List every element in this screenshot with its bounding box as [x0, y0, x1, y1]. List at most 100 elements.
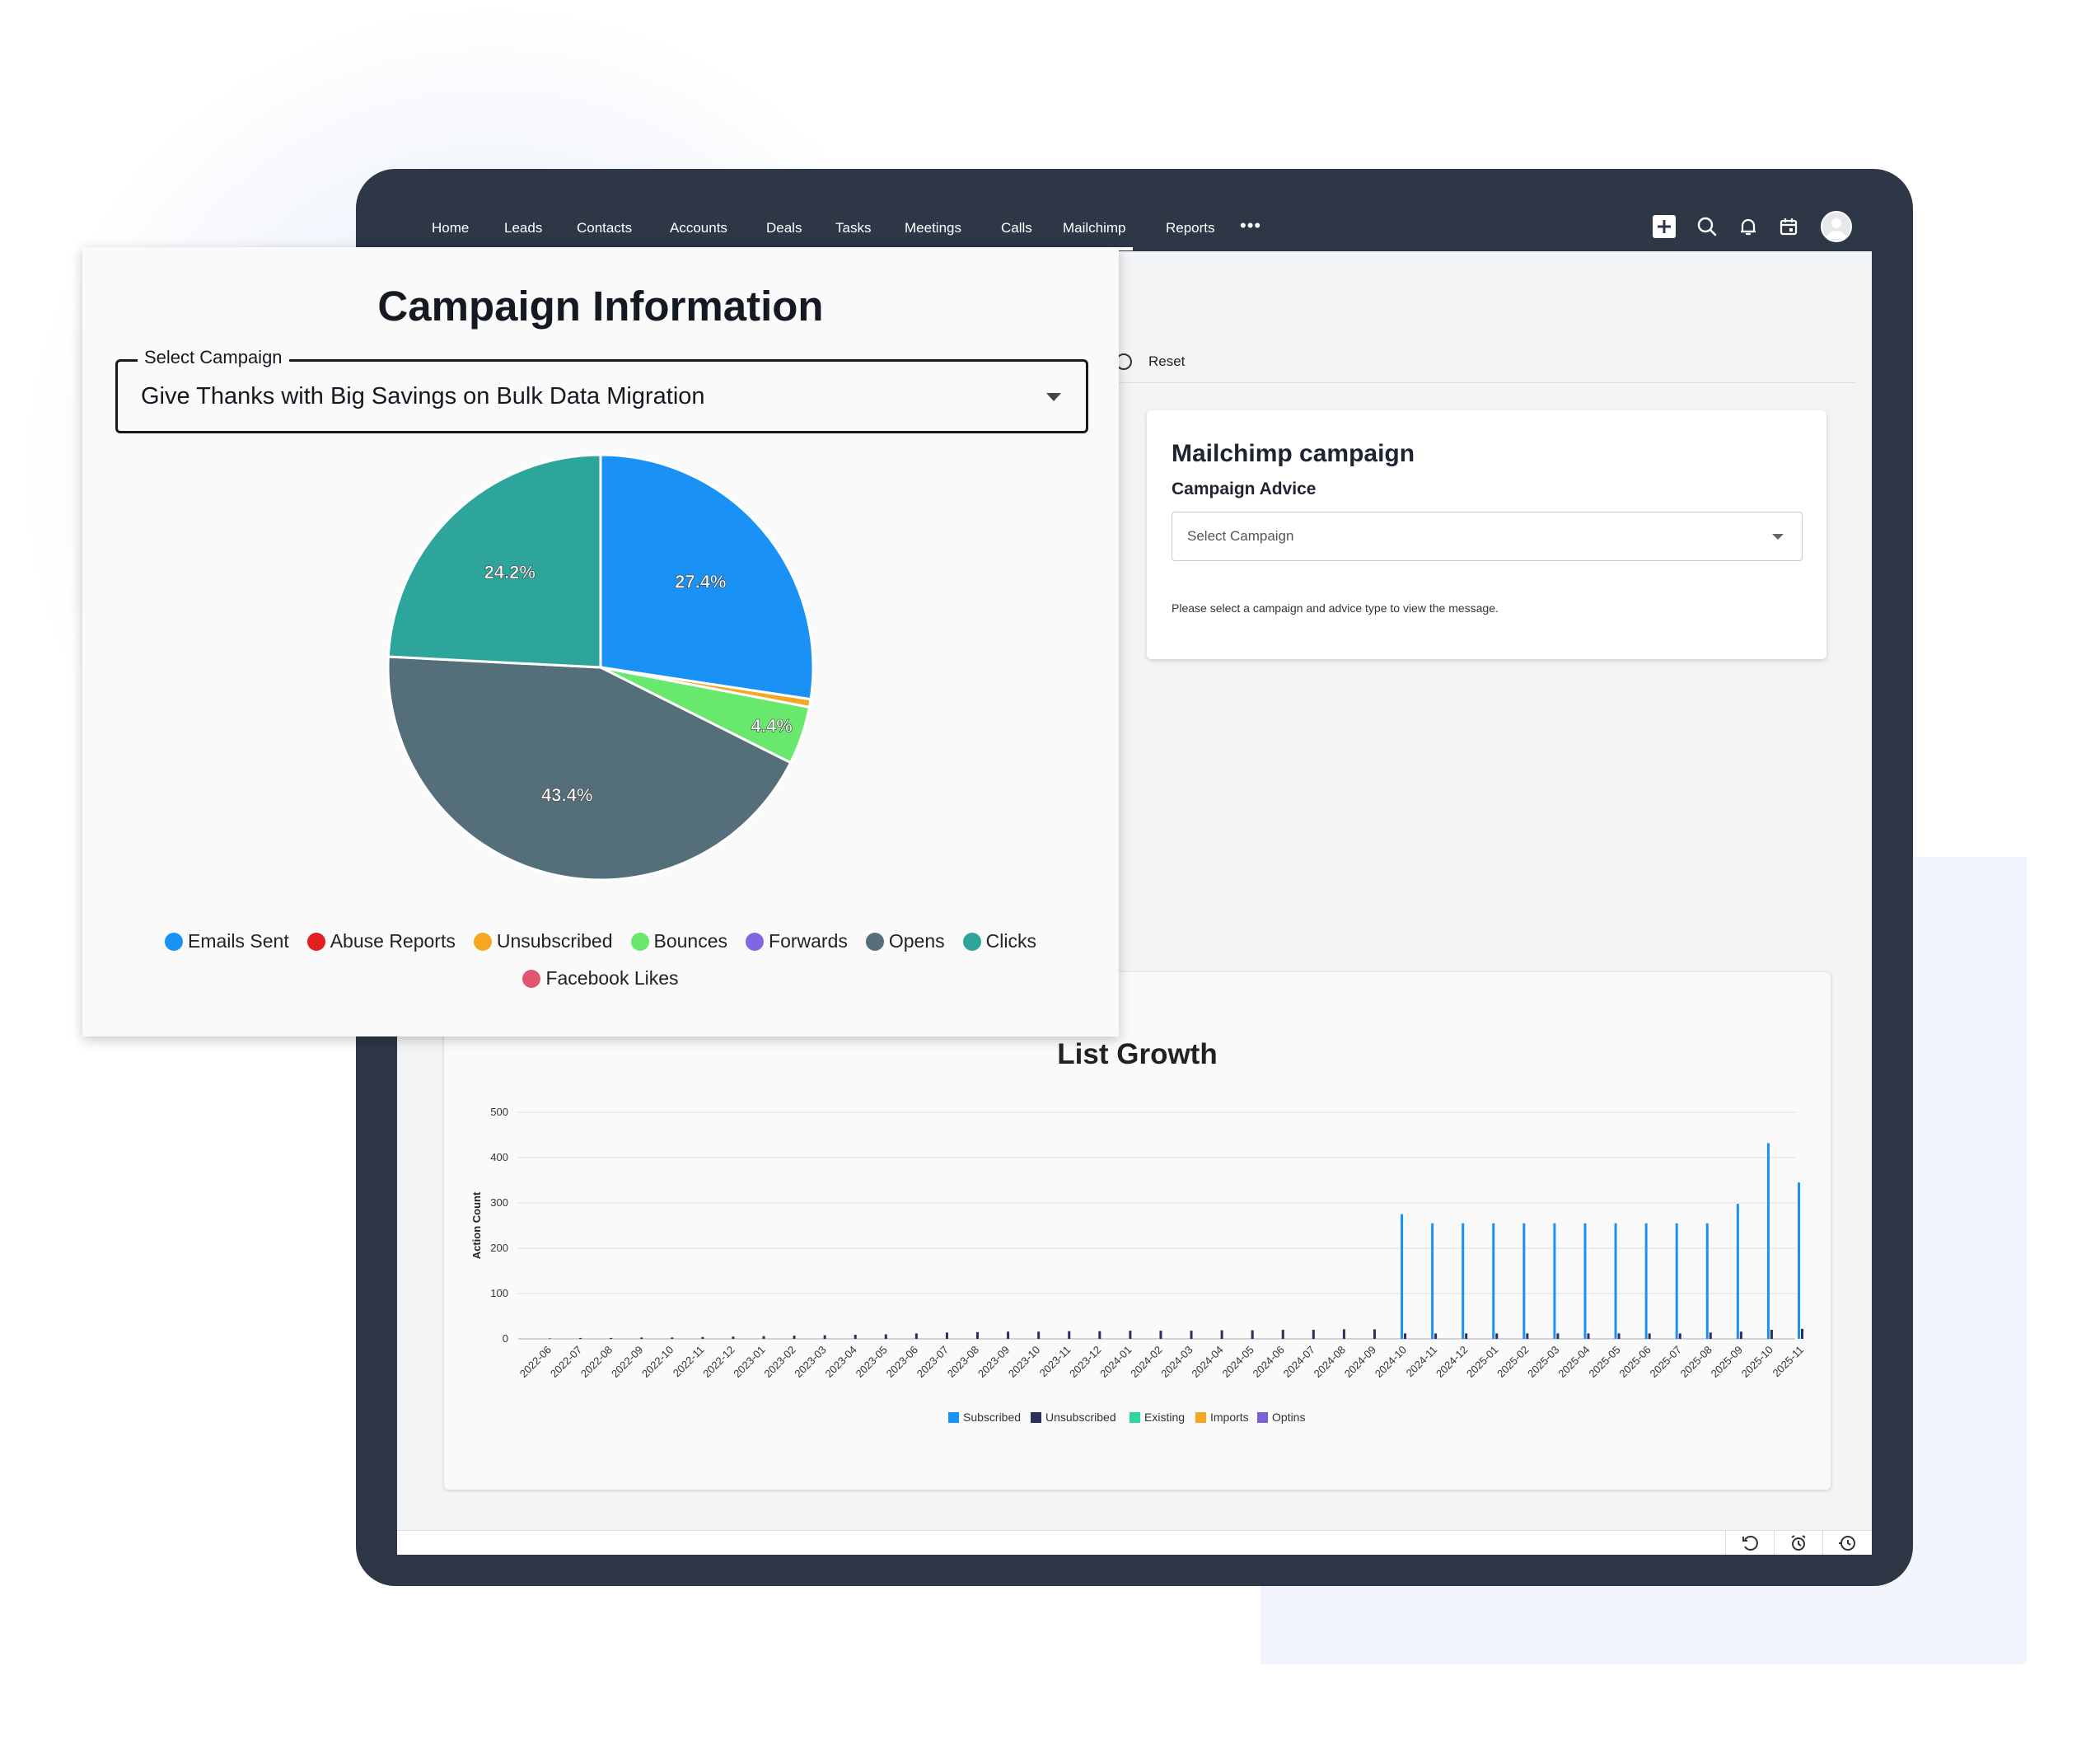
bar-subscribed[interactable] — [1614, 1223, 1617, 1339]
bar-unsubscribed[interactable] — [1648, 1333, 1651, 1339]
bar-unsubscribed[interactable] — [732, 1336, 735, 1339]
bar-unsubscribed[interactable] — [671, 1337, 674, 1339]
bar-unsubscribed[interactable] — [793, 1336, 796, 1339]
legend-item-emails-sent[interactable]: Emails Sent — [165, 930, 289, 952]
nav-home[interactable]: Home — [432, 220, 469, 236]
bar-unsubscribed[interactable] — [1373, 1329, 1376, 1339]
pie-data-label: 24.2% — [484, 562, 536, 583]
bar-unsubscribed[interactable] — [579, 1337, 582, 1339]
bar-unsubscribed[interactable] — [1678, 1333, 1681, 1339]
bar-unsubscribed[interactable] — [610, 1337, 613, 1339]
nav-more-icon[interactable]: ••• — [1240, 215, 1261, 236]
pie-slice-clicks[interactable] — [386, 453, 602, 669]
x-tick-label: 2025-08 — [1678, 1344, 1714, 1380]
bar-subscribed[interactable] — [1522, 1223, 1526, 1339]
bar-subscribed[interactable] — [1492, 1223, 1495, 1339]
bar-subscribed[interactable] — [1431, 1223, 1434, 1339]
bar-unsubscribed[interactable] — [1526, 1333, 1529, 1339]
legend-item-bounces[interactable]: Bounces — [630, 930, 727, 952]
bar-unsubscribed[interactable] — [1312, 1330, 1315, 1339]
bar-subscribed[interactable] — [1675, 1223, 1678, 1339]
avatar[interactable] — [1821, 211, 1852, 242]
bar-unsubscribed[interactable] — [1801, 1328, 1803, 1339]
bar-unsubscribed[interactable] — [1465, 1333, 1468, 1339]
legend-item-unsubscribed[interactable]: Unsubscribed — [1045, 1411, 1116, 1424]
x-tick-label: 2023-02 — [761, 1344, 797, 1380]
legend-item-forwards[interactable]: Forwards — [746, 930, 848, 952]
alarm-icon[interactable] — [1774, 1531, 1822, 1555]
bar-unsubscribed[interactable] — [1587, 1333, 1590, 1339]
bar-unsubscribed[interactable] — [701, 1336, 704, 1339]
nav-deals[interactable]: Deals — [766, 220, 802, 236]
nav-calls[interactable]: Calls — [1001, 220, 1032, 236]
bar-unsubscribed[interactable] — [1007, 1331, 1010, 1339]
bar-unsubscribed[interactable] — [1495, 1333, 1499, 1339]
nav-leads[interactable]: Leads — [504, 220, 542, 236]
y-tick-label: 300 — [490, 1196, 508, 1209]
legend-item-optins[interactable]: Optins — [1272, 1411, 1305, 1424]
calendar-icon[interactable] — [1774, 212, 1803, 241]
legend-item-imports[interactable]: Imports — [1210, 1411, 1249, 1424]
bar-subscribed[interactable] — [1705, 1223, 1709, 1339]
nav-meetings[interactable]: Meetings — [905, 220, 961, 236]
bar-unsubscribed[interactable] — [549, 1338, 551, 1339]
bar-unsubscribed[interactable] — [945, 1332, 948, 1339]
bar-subscribed[interactable] — [1644, 1223, 1648, 1339]
advice-campaign-select[interactable]: Select Campaign — [1172, 512, 1803, 561]
bar-unsubscribed[interactable] — [854, 1335, 857, 1339]
bar-unsubscribed[interactable] — [1129, 1331, 1132, 1339]
refresh-icon[interactable] — [1725, 1531, 1774, 1555]
legend-item-subscribed[interactable]: Subscribed — [963, 1411, 1021, 1424]
legend-item-unsubscribed[interactable]: Unsubscribed — [473, 930, 613, 952]
bar-unsubscribed[interactable] — [762, 1336, 765, 1339]
bar-unsubscribed[interactable] — [1037, 1331, 1041, 1339]
bar-subscribed[interactable] — [1401, 1214, 1404, 1339]
search-icon[interactable] — [1692, 212, 1722, 241]
bar-unsubscribed[interactable] — [1434, 1333, 1438, 1339]
pie-legend-row-1: Emails Sent Abuse Reports Unsubscribed Boun… — [82, 930, 1119, 952]
bar-unsubscribed[interactable] — [914, 1333, 918, 1339]
bar-subscribed[interactable] — [1798, 1182, 1800, 1339]
campaign-pie-chart: 27.4% 4.4% 43.4% 24.2% — [386, 453, 815, 882]
legend-item-clicks[interactable]: Clicks — [962, 930, 1036, 952]
x-tick-label: 2024-12 — [1434, 1344, 1470, 1380]
bar-subscribed[interactable] — [1766, 1143, 1770, 1339]
bar-unsubscribed[interactable] — [976, 1331, 980, 1339]
legend-item-existing[interactable]: Existing — [1144, 1411, 1185, 1424]
nav-tasks[interactable]: Tasks — [835, 220, 871, 236]
legend-item-opens[interactable]: Opens — [865, 930, 945, 952]
add-icon[interactable] — [1649, 212, 1679, 241]
legend-item-facebook-likes[interactable]: Facebook Likes — [522, 967, 679, 990]
nav-reports[interactable]: Reports — [1166, 220, 1215, 236]
nav-contacts[interactable]: Contacts — [577, 220, 632, 236]
bar-unsubscribed[interactable] — [1220, 1330, 1223, 1339]
bar-unsubscribed[interactable] — [1770, 1330, 1773, 1339]
reset-label[interactable]: Reset — [1148, 353, 1185, 370]
nav-mailchimp[interactable]: Mailchimp — [1056, 220, 1133, 250]
bar-subscribed[interactable] — [1583, 1223, 1587, 1339]
bar-unsubscribed[interactable] — [1281, 1330, 1284, 1339]
bar-unsubscribed[interactable] — [640, 1337, 643, 1339]
bar-unsubscribed[interactable] — [1190, 1331, 1193, 1339]
bar-subscribed[interactable] — [1736, 1204, 1739, 1339]
x-tick-label: 2025-01 — [1464, 1344, 1500, 1380]
bar-unsubscribed[interactable] — [1342, 1329, 1345, 1339]
history-icon[interactable] — [1822, 1531, 1871, 1555]
bar-unsubscribed[interactable] — [1556, 1333, 1560, 1339]
bar-unsubscribed[interactable] — [1739, 1331, 1742, 1339]
x-tick-label: 2024-08 — [1312, 1344, 1348, 1380]
bar-subscribed[interactable] — [1553, 1223, 1556, 1339]
bar-unsubscribed[interactable] — [1098, 1331, 1101, 1339]
bar-unsubscribed[interactable] — [1404, 1333, 1407, 1339]
bar-unsubscribed[interactable] — [1068, 1331, 1071, 1339]
legend-item-abuse-reports[interactable]: Abuse Reports — [306, 930, 456, 952]
bar-subscribed[interactable] — [1462, 1223, 1465, 1339]
bar-unsubscribed[interactable] — [1159, 1331, 1162, 1339]
bar-unsubscribed[interactable] — [823, 1335, 826, 1339]
nav-accounts[interactable]: Accounts — [670, 220, 727, 236]
bar-unsubscribed[interactable] — [1251, 1330, 1254, 1339]
bar-unsubscribed[interactable] — [884, 1334, 887, 1340]
bar-unsubscribed[interactable] — [1709, 1332, 1712, 1339]
bar-unsubscribed[interactable] — [1617, 1333, 1621, 1339]
bell-icon[interactable] — [1733, 212, 1763, 241]
